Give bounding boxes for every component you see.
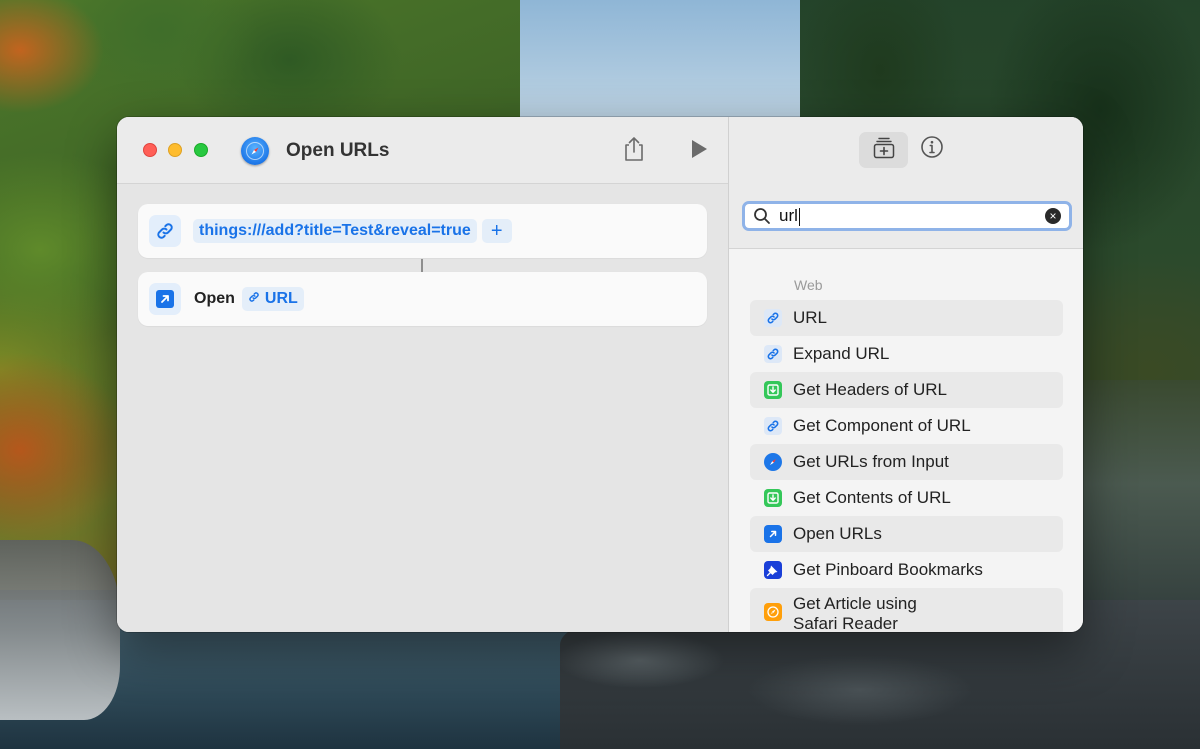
section-header-web: Web (794, 277, 823, 293)
zoom-window-button[interactable] (194, 143, 208, 157)
share-icon (623, 136, 645, 167)
result-expand-url[interactable]: Expand URL (750, 336, 1063, 372)
add-url-button[interactable]: + (481, 219, 512, 243)
minimize-window-button[interactable] (168, 143, 182, 157)
link-icon (764, 417, 782, 435)
result-label: Expand URL (793, 344, 890, 363)
share-button[interactable] (618, 135, 650, 167)
result-label: Get URLs from Input (793, 452, 949, 471)
result-label: Open URLs (793, 524, 882, 543)
play-icon (690, 139, 708, 164)
open-arrow-icon (764, 525, 782, 543)
result-get-urls-from-input[interactable]: Get URLs from Input (750, 444, 1063, 480)
wallpaper-rocks-left (0, 540, 120, 720)
result-label: URL (793, 308, 828, 327)
open-urls-action[interactable]: Open URL (138, 272, 707, 326)
title-bar: Open URLs (117, 117, 728, 184)
search-field[interactable]: url × (742, 201, 1072, 231)
result-url[interactable]: URL (750, 300, 1063, 336)
result-label-line2: Safari Reader (793, 614, 898, 632)
sidebar-header: url × (729, 117, 1083, 249)
result-get-headers[interactable]: Get Headers of URL (750, 372, 1063, 408)
action-library-sidebar: url × Web URL Expand URL Get Headers of … (728, 117, 1083, 632)
link-icon (248, 290, 260, 308)
info-icon (920, 135, 944, 164)
search-input[interactable]: url (779, 206, 1045, 226)
download-icon (764, 489, 782, 507)
close-window-button[interactable] (143, 143, 157, 157)
action-library-button[interactable] (859, 132, 908, 168)
result-label: Get Pinboard Bookmarks (793, 560, 983, 579)
result-label: Get Article using Safari Reader (793, 594, 917, 632)
link-icon (149, 215, 181, 247)
result-get-article-safari-reader[interactable]: Get Article using Safari Reader (750, 588, 1063, 632)
shortcut-editor-window: Open URLs things:///add?title=Test&revea… (117, 117, 1083, 632)
link-icon (764, 345, 782, 363)
action-connector-line (421, 259, 423, 272)
compass-icon (764, 603, 782, 621)
window-title: Open URLs (286, 140, 390, 161)
url-action[interactable]: things:///add?title=Test&reveal=true + (138, 204, 707, 258)
run-button[interactable] (683, 135, 715, 167)
download-icon (764, 381, 782, 399)
open-arrow-icon (149, 283, 181, 315)
result-get-contents[interactable]: Get Contents of URL (750, 480, 1063, 516)
safari-compass-icon[interactable] (241, 137, 269, 165)
clear-search-icon[interactable]: × (1045, 208, 1061, 224)
variable-label: URL (264, 290, 298, 307)
url-value-field[interactable]: things:///add?title=Test&reveal=true (193, 219, 477, 243)
result-get-component[interactable]: Get Component of URL (750, 408, 1063, 444)
pin-icon (764, 561, 782, 579)
add-action-icon (872, 136, 896, 165)
search-icon (753, 207, 771, 225)
result-get-pinboard-bookmarks[interactable]: Get Pinboard Bookmarks (750, 552, 1063, 588)
url-variable-token[interactable]: URL (241, 287, 304, 311)
search-results: Web URL Expand URL Get Headers of URL Ge… (729, 250, 1083, 632)
link-icon (764, 309, 782, 327)
result-open-urls[interactable]: Open URLs (750, 516, 1063, 552)
result-label: Get Contents of URL (793, 488, 951, 507)
open-action-label: Open (194, 290, 235, 307)
result-label-line1: Get Article using (793, 594, 917, 613)
result-label: Get Headers of URL (793, 380, 948, 399)
result-label: Get Component of URL (793, 416, 971, 435)
info-button[interactable] (919, 135, 945, 164)
safari-icon (764, 453, 782, 471)
action-editor: things:///add?title=Test&reveal=true + O… (117, 184, 728, 632)
